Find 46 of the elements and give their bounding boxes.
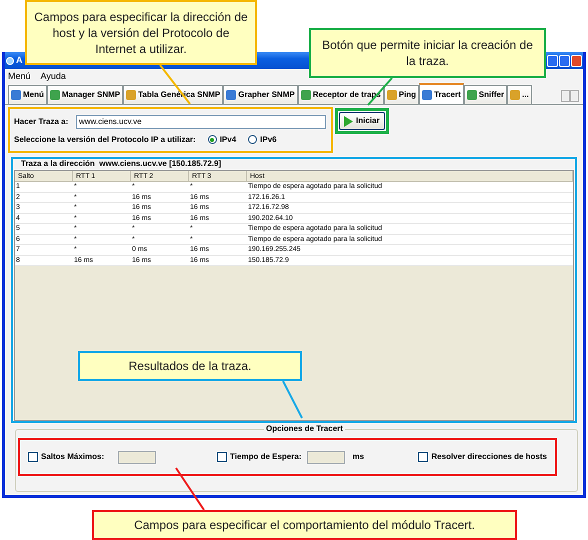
options-title: Opciones de Tracert [264,424,345,434]
version-label: Seleccione la versión del Protocolo IP a utilizar: [14,134,196,146]
maximize-icon[interactable] [559,54,570,66]
tab[interactable]: ... [507,85,532,104]
tab[interactable]: Manager SNMP [46,85,124,104]
option-label: Tiempo de Espera: [230,451,302,463]
tab[interactable]: Sniffer [464,85,508,104]
tab-icon [466,90,477,100]
tab-icon [422,90,432,100]
checkbox[interactable] [418,452,428,462]
tab[interactable]: Grapher SNMP [223,85,298,104]
callout: Campos para especificar la dirección de host y la versión del Protocolo de Internet a utilizar. [25,0,257,65]
close-icon[interactable] [571,54,582,66]
number-field[interactable] [118,450,156,464]
checkbox[interactable] [28,452,38,462]
tab-icon [11,90,21,100]
callout: Botón que permite iniciar la creación de la traza. [309,28,546,78]
tab-icon [226,90,236,100]
menu-item[interactable]: Menú [8,70,31,84]
host-label: Hacer Traza a: [14,116,70,128]
menu-item[interactable]: Ayuda [40,70,66,84]
minimize-icon[interactable] [547,54,558,66]
radio-button[interactable]: IPv6 [248,134,277,146]
callout: Resultados de la traza. [78,351,302,381]
option-label: Resolver direcciones de hosts [431,451,547,463]
host-field[interactable]: www.ciens.ucv.ve [76,114,326,128]
start-button[interactable]: Iniciar [339,112,385,130]
tab-icon [386,90,397,100]
tab-icon [126,90,136,100]
tab[interactable]: Menú [8,85,47,104]
callout: Campos para especificar el comportamiento del módulo Tracert. [92,510,517,540]
radio-button[interactable]: IPv4 [208,134,236,146]
tab[interactable]: Tracert [419,83,464,104]
leader-line [282,380,303,418]
window-title: A [16,54,22,67]
number-field[interactable] [307,450,346,464]
results-title: Traza a la dirección www.ciens.ucv.ve [150.185.72.9] [21,159,222,169]
tab-icon [510,90,520,100]
app-icon [6,56,14,64]
tab-icon [50,90,60,100]
play-icon [344,116,353,126]
option-label: Saltos Máximos: [41,451,104,463]
checkbox[interactable] [217,452,228,462]
unit-label: ms [352,451,364,463]
tab[interactable]: Ping [384,85,420,104]
tab-icon [300,90,311,100]
